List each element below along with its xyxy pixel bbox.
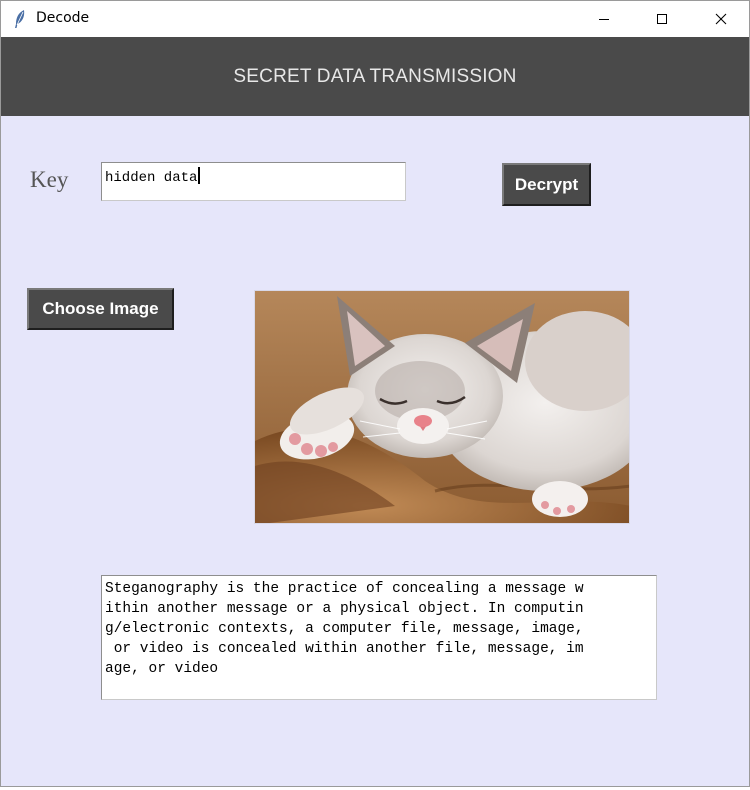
choose-image-button[interactable]: Choose Image [27, 288, 174, 330]
message-textbox[interactable]: Steganography is the practice of conceal… [101, 575, 657, 700]
close-button[interactable] [698, 1, 744, 37]
key-input-value: hidden data [105, 170, 198, 186]
title-bar: Decode [1, 1, 749, 37]
message-line: g/electronic contexts, a computer file, … [105, 621, 584, 637]
minimize-icon [599, 19, 609, 20]
message-line: Steganography is the practice of conceal… [105, 581, 584, 597]
decrypt-button[interactable]: Decrypt [502, 163, 591, 206]
feather-icon [15, 10, 25, 28]
text-caret [198, 167, 201, 184]
kitten-photo [255, 291, 629, 523]
choose-image-button-label: Choose Image [42, 299, 159, 318]
minimize-button[interactable] [581, 1, 627, 37]
header-title: SECRET DATA TRANSMISSION [233, 65, 517, 87]
kitten-image [254, 290, 630, 524]
close-icon [715, 13, 727, 25]
decode-window: Decode SECRET DATA TRANSMISSION Key hidd… [0, 0, 750, 787]
maximize-icon [657, 14, 667, 24]
maximize-button[interactable] [639, 1, 685, 37]
key-input[interactable]: hidden data [101, 162, 406, 201]
app-header: SECRET DATA TRANSMISSION [1, 37, 749, 116]
window-title: Decode [36, 10, 90, 26]
key-label: Key [30, 167, 69, 192]
message-line: or video is concealed within another fil… [105, 641, 584, 657]
message-line: age, or video [105, 661, 219, 677]
message-line: ithin another message or a physical obje… [105, 601, 584, 617]
decrypt-button-label: Decrypt [514, 174, 579, 194]
